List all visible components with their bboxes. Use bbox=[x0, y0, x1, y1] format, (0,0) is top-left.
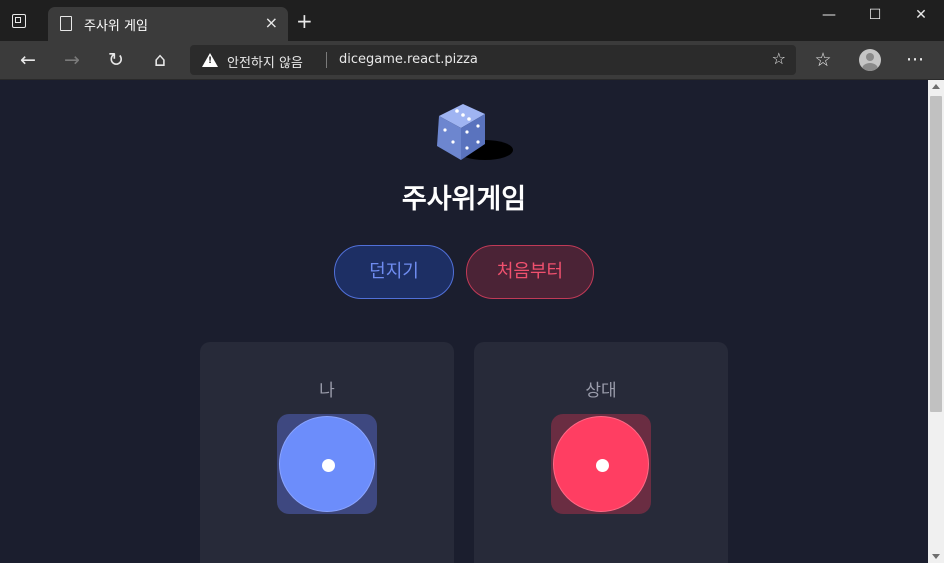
dice-logo-icon bbox=[437, 104, 513, 160]
new-tab-button[interactable]: + bbox=[296, 11, 313, 31]
reset-button[interactable]: 처음부터 bbox=[466, 245, 594, 299]
forward-button[interactable]: → bbox=[54, 41, 90, 79]
more-menu-button[interactable]: ··· bbox=[897, 41, 933, 79]
player-label: 나 bbox=[319, 381, 335, 401]
window-menu-icon[interactable] bbox=[12, 14, 26, 28]
die-pip bbox=[596, 459, 609, 472]
roll-button[interactable]: 던지기 bbox=[334, 245, 454, 299]
opponent-label: 상대 bbox=[585, 381, 617, 401]
scroll-thumb[interactable] bbox=[930, 96, 942, 412]
tab-close-icon[interactable]: × bbox=[265, 13, 278, 32]
die-container bbox=[551, 414, 651, 514]
browser-tab[interactable]: 주사위 게임 × bbox=[48, 7, 288, 41]
add-favorite-icon[interactable]: ☆ bbox=[772, 49, 786, 68]
maximize-button[interactable]: ☐ bbox=[852, 0, 898, 32]
player-board-opponent: 상대 bbox=[474, 342, 728, 563]
tab-title: 주사위 게임 bbox=[84, 19, 148, 34]
page-viewport: 주사위게임 던지기 처음부터 나 상대 bbox=[0, 80, 928, 563]
game-title: 주사위게임 bbox=[401, 184, 527, 215]
scroll-up-icon[interactable] bbox=[932, 84, 940, 89]
die-container bbox=[277, 414, 377, 514]
vertical-scrollbar[interactable] bbox=[928, 80, 944, 563]
browser-title-bar: 주사위 게임 × + — ☐ ✕ bbox=[0, 0, 944, 41]
url-text[interactable]: dicegame.react.pizza bbox=[339, 52, 478, 67]
close-window-button[interactable]: ✕ bbox=[898, 0, 944, 32]
favorites-button[interactable]: ☆ bbox=[805, 41, 841, 79]
die-pip bbox=[322, 459, 335, 472]
warning-icon[interactable]: ! bbox=[202, 53, 218, 67]
home-button[interactable]: ⌂ bbox=[142, 41, 178, 79]
security-status[interactable]: 안전하지 않음 bbox=[227, 52, 303, 71]
browser-toolbar: ← → ↻ ⌂ ! 안전하지 않음 dicegame.react.pizza ☆… bbox=[0, 41, 944, 80]
profile-avatar[interactable] bbox=[859, 49, 881, 71]
scroll-down-icon[interactable] bbox=[932, 554, 940, 559]
address-divider bbox=[326, 52, 327, 68]
address-bar[interactable]: ! 안전하지 않음 dicegame.react.pizza ☆ bbox=[190, 45, 796, 75]
die-face bbox=[553, 416, 649, 512]
refresh-button[interactable]: ↻ bbox=[98, 41, 134, 79]
die-face bbox=[279, 416, 375, 512]
back-button[interactable]: ← bbox=[10, 41, 46, 79]
player-board-me: 나 bbox=[200, 342, 454, 563]
minimize-button[interactable]: — bbox=[806, 0, 852, 32]
page-icon bbox=[60, 16, 72, 31]
